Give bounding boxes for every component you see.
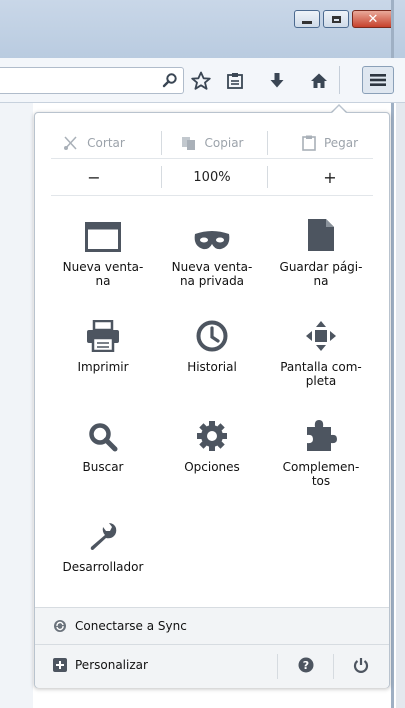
developer-label: Desarrollador bbox=[62, 560, 144, 574]
addons-label: Complemen- tos bbox=[282, 460, 360, 488]
save-page-icon bbox=[308, 219, 334, 251]
window-controls: ✕ bbox=[294, 10, 394, 28]
edit-controls: Cortar Copiar Pegar bbox=[35, 129, 389, 157]
edit-separator bbox=[161, 131, 162, 155]
zoom-out-button[interactable]: − bbox=[35, 163, 153, 191]
window-border bbox=[391, 0, 394, 708]
customize-label: Personalizar bbox=[75, 658, 148, 672]
help-icon: ? bbox=[298, 657, 314, 673]
copy-button[interactable]: Copiar bbox=[153, 129, 271, 157]
new-private-window-label: Nueva venta- na privada bbox=[171, 260, 253, 288]
url-bar[interactable] bbox=[0, 67, 184, 94]
printer-icon bbox=[87, 320, 119, 352]
new-window-icon bbox=[85, 222, 121, 252]
print-button[interactable]: Imprimir bbox=[51, 308, 155, 408]
edit-separator bbox=[267, 131, 268, 155]
find-label: Buscar bbox=[82, 460, 124, 474]
zoom-separator bbox=[267, 166, 268, 188]
history-button[interactable]: Historial bbox=[160, 308, 264, 408]
panel-footer: Personalizar ? bbox=[35, 644, 389, 688]
new-window-button[interactable]: Nueva venta- na bbox=[51, 208, 155, 308]
menu-panel: Cortar Copiar Pegar − 100% + Nueva venta… bbox=[34, 112, 390, 688]
search-icon[interactable] bbox=[162, 72, 178, 92]
power-icon bbox=[353, 658, 369, 673]
save-page-button[interactable]: Guardar pági- na bbox=[269, 208, 373, 308]
toolbar-separator bbox=[339, 66, 340, 94]
customize-button[interactable]: Personalizar bbox=[53, 658, 148, 672]
hamburger-menu-icon bbox=[370, 74, 386, 86]
divider bbox=[51, 158, 373, 159]
find-button[interactable]: Buscar bbox=[51, 408, 155, 508]
new-private-window-button[interactable]: Nueva venta- na privada bbox=[160, 208, 264, 308]
download-icon[interactable] bbox=[266, 70, 288, 92]
copy-icon bbox=[181, 137, 195, 150]
cut-button[interactable]: Cortar bbox=[35, 129, 153, 157]
wrench-icon bbox=[90, 523, 117, 550]
quit-button[interactable] bbox=[353, 657, 369, 677]
maximize-icon bbox=[331, 15, 341, 23]
close-window-button[interactable]: ✕ bbox=[352, 10, 394, 28]
footer-separator bbox=[277, 654, 278, 679]
private-mask-icon bbox=[194, 231, 230, 250]
clock-icon bbox=[196, 320, 228, 352]
options-button[interactable]: Opciones bbox=[160, 408, 264, 508]
close-icon: ✕ bbox=[367, 11, 379, 27]
fullscreen-icon bbox=[306, 321, 336, 351]
magnifier-icon bbox=[89, 423, 118, 452]
help-button[interactable]: ? bbox=[298, 657, 314, 677]
reading-list-icon[interactable] bbox=[224, 70, 246, 92]
zoom-reset-button[interactable]: 100% bbox=[153, 163, 271, 191]
options-label: Opciones bbox=[184, 460, 240, 474]
copy-label: Copiar bbox=[204, 136, 244, 150]
maximize-button[interactable] bbox=[323, 10, 349, 28]
zoom-separator bbox=[161, 166, 162, 188]
minimize-icon bbox=[302, 20, 312, 24]
window-titlebar: ✕ bbox=[0, 0, 405, 58]
window-scrollbar-area bbox=[396, 103, 405, 708]
fullscreen-button[interactable]: Pantalla com- pleta bbox=[269, 308, 373, 408]
fullscreen-label: Pantalla com- pleta bbox=[280, 360, 362, 388]
plus-square-icon bbox=[53, 658, 67, 672]
scissors-icon bbox=[64, 136, 77, 150]
print-label: Imprimir bbox=[77, 360, 129, 374]
divider bbox=[51, 195, 373, 196]
navigation-toolbar bbox=[0, 58, 405, 103]
zoom-controls: − 100% + bbox=[35, 163, 389, 191]
svg-text:?: ? bbox=[303, 659, 309, 672]
history-label: Historial bbox=[187, 360, 237, 374]
zoom-in-button[interactable]: + bbox=[271, 163, 389, 191]
panel-arrow-inner bbox=[331, 106, 347, 114]
open-menu-button[interactable] bbox=[362, 66, 394, 94]
page-background bbox=[0, 103, 33, 708]
new-window-label: Nueva venta- na bbox=[62, 260, 144, 288]
cut-label: Cortar bbox=[87, 136, 125, 150]
home-icon[interactable] bbox=[308, 70, 330, 92]
footer-separator bbox=[333, 654, 334, 679]
clipboard-icon bbox=[302, 135, 316, 151]
minimize-button[interactable] bbox=[294, 10, 320, 28]
paste-label: Pegar bbox=[323, 136, 359, 150]
sync-label: Conectarse a Sync bbox=[75, 619, 187, 633]
addons-button[interactable]: Complemen- tos bbox=[269, 408, 373, 508]
puzzle-icon bbox=[307, 420, 337, 451]
developer-button[interactable]: Desarrollador bbox=[51, 508, 155, 608]
gear-icon bbox=[197, 421, 227, 451]
paste-button[interactable]: Pegar bbox=[271, 129, 389, 157]
sync-icon bbox=[54, 620, 66, 632]
bookmark-star-icon[interactable] bbox=[190, 70, 212, 92]
save-page-label: Guardar pági- na bbox=[279, 260, 363, 288]
sync-button[interactable]: Conectarse a Sync bbox=[35, 607, 389, 644]
